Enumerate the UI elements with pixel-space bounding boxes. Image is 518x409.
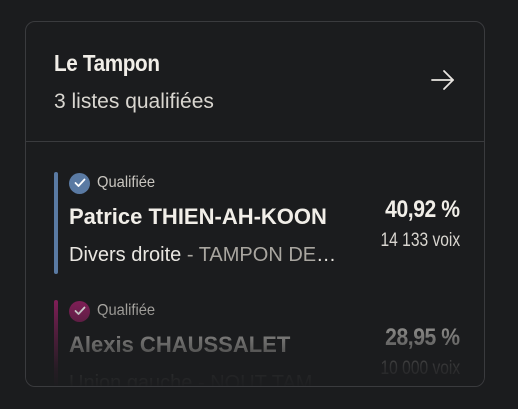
candidate-name: Patrice THIEN-AH-KOON — [69, 204, 327, 229]
status-label: Qualifiée — [97, 302, 156, 319]
list-color-bar — [54, 300, 58, 386]
check-circle-icon — [69, 300, 90, 322]
separator: - — [192, 372, 211, 387]
check-circle-icon — [69, 172, 90, 194]
vote-count: 10 000 voix — [380, 358, 460, 379]
party-name: Union gauche — [69, 372, 193, 387]
qualified-count: 3 listes qualifiées — [54, 90, 214, 113]
party-line: Union gauche - NOUT TAMPON — [69, 372, 339, 387]
status-badge: Qualifiée — [69, 300, 160, 322]
results-card: Le Tampon 3 listes qualifiées Qualifiée … — [25, 21, 485, 387]
candidate-name: Alexis CHAUSSALET — [69, 332, 291, 357]
commune-title: Le Tampon — [54, 50, 160, 76]
status-label: Qualifiée — [97, 174, 156, 191]
list-name: TAMPON DEMAIN — [198, 244, 339, 266]
vote-count: 14 133 voix — [380, 230, 460, 251]
list-name: NOUT TAMPON — [210, 372, 339, 387]
arrow-right-icon[interactable] — [430, 69, 456, 91]
party-name: Divers droite — [69, 244, 182, 266]
separator: - — [181, 244, 199, 266]
list-item[interactable]: Qualifiée Patrice THIEN-AH-KOON Divers d… — [54, 172, 460, 274]
party-line: Divers droite - TAMPON DEMAIN — [69, 244, 339, 267]
lists-container: Qualifiée Patrice THIEN-AH-KOON Divers d… — [26, 142, 484, 387]
list-color-bar — [54, 172, 58, 274]
list-item[interactable]: Qualifiée Alexis CHAUSSALET Union gauche… — [54, 300, 461, 387]
status-badge: Qualifiée — [69, 172, 160, 194]
vote-percent: 40,92 % — [385, 196, 461, 223]
commune-header-link[interactable]: Le Tampon 3 listes qualifiées — [26, 22, 484, 142]
vote-percent: 28,95 % — [385, 324, 461, 351]
